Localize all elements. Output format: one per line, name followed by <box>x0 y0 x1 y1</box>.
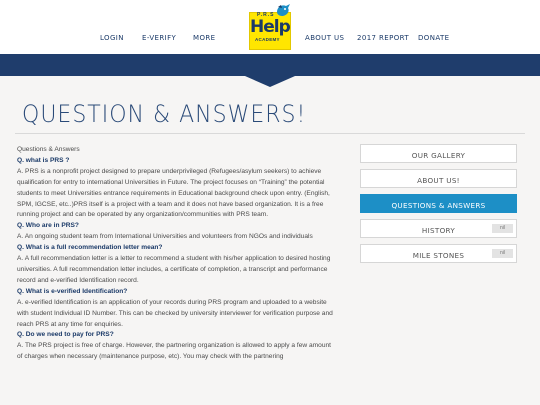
nav-everify[interactable]: E-VERIFY <box>142 34 176 42</box>
nav-donate[interactable]: DONATE <box>418 34 449 42</box>
sidebar-item-label: OUR GALLERY <box>411 151 466 160</box>
answer-text: A. PRS is a nonprofit project designed t… <box>17 167 330 219</box>
nav-2017-report[interactable]: 2017 REPORT <box>357 34 409 42</box>
sidebar-item-history[interactable]: HISTORY nil <box>360 219 517 238</box>
sidebar-item-badge: nil <box>492 224 513 233</box>
logo-academy-text: ACADEMY <box>255 37 280 42</box>
question-heading: Q. Who are in PRS? <box>17 222 79 230</box>
sidebar-item-about-us[interactable]: ABOUT US! <box>360 169 517 188</box>
nav-about-us[interactable]: ABOUT US <box>305 34 344 42</box>
sidebar-item-questions-answers[interactable]: QUESTIONS & ANSWERS <box>360 194 517 213</box>
sidebar-item-badge: nil <box>492 249 513 258</box>
nav-login[interactable]: LOGIN <box>100 34 124 42</box>
page-title: QUESTION & ANSWERS! <box>22 101 307 129</box>
title-divider <box>15 133 525 134</box>
logo[interactable]: P.R.S Help ACADEMY <box>249 3 292 50</box>
question-heading: Q. what is PRS ? <box>17 156 70 164</box>
site-header: LOGIN E-VERIFY MORE P.R.S Help ACADEMY A… <box>0 0 540 54</box>
question-heading: Q. Do we need to pay for PRS? <box>17 331 114 339</box>
question-heading: Q. What is e-verified Identification? <box>17 287 128 295</box>
logo-help-text: Help <box>250 17 291 37</box>
sidebar-item-label: HISTORY <box>421 226 456 235</box>
answer-text: A. e-verified Identification is an appli… <box>17 298 333 328</box>
answer-text: A. An ongoing student team from Internat… <box>17 233 313 241</box>
answer-text: Questions & Answers <box>17 146 80 153</box>
sidebar-item-label: QUESTIONS & ANSWERS <box>391 201 486 210</box>
answer-text: A. The PRS project is free of charge. Ho… <box>17 342 331 361</box>
question-heading: Q. What is a full recommendation letter … <box>17 244 163 252</box>
qa-content: Questions & Answers Q. what is PRS ? A. PR… <box>17 145 333 363</box>
sidebar-menu: OUR GALLERY ABOUT US! QUESTIONS & ANSWERS H… <box>360 144 517 269</box>
bird-icon <box>277 4 290 16</box>
header-band-arrow <box>0 54 540 87</box>
sidebar-item-our-gallery[interactable]: OUR GALLERY <box>360 144 517 163</box>
nav-more[interactable]: MORE <box>193 34 215 42</box>
sidebar-item-label: MILE STONES <box>412 251 465 260</box>
sidebar-item-mile-stones[interactable]: MILE STONES nil <box>360 244 517 263</box>
sidebar-item-label: ABOUT US! <box>417 176 460 185</box>
answer-text: A. A full recommendation letter is a let… <box>17 255 331 284</box>
